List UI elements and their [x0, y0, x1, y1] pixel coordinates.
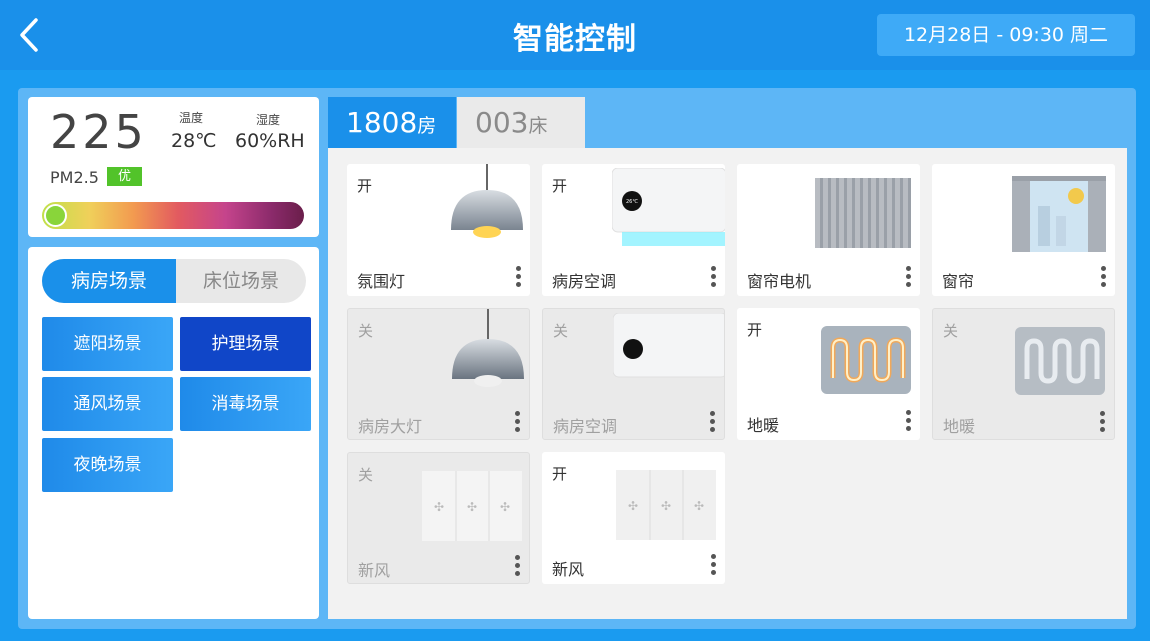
- room-tab[interactable]: 1808房: [328, 97, 456, 148]
- datetime-display: 12月28日 - 09:30 周二: [877, 14, 1135, 56]
- device-name: 地暖: [747, 416, 780, 435]
- more-options-icon[interactable]: [1099, 266, 1107, 290]
- air-quality-badge: 优: [107, 167, 142, 186]
- device-state: 关: [943, 322, 959, 340]
- environment-card: 225 温度 28℃ 湿度 60%RH PM2.5 优: [28, 97, 319, 237]
- device-ward-main-light[interactable]: 关 病房大灯: [347, 308, 530, 440]
- svg-text:✣: ✣: [500, 500, 510, 514]
- more-options-icon[interactable]: [513, 411, 521, 435]
- device-curtain-motor[interactable]: 窗帘电机: [737, 164, 920, 296]
- device-grid: 开 氛围灯 开 26℃ 病房空调 窗帘电机 窗帘 关 病房大灯 关 病房空调 开…: [328, 148, 1127, 619]
- device-floor-heating-off[interactable]: 关 地暖: [932, 308, 1115, 440]
- device-ward-ac-off[interactable]: 关 病房空调: [542, 308, 725, 440]
- air-conditioner-icon: 26℃: [612, 168, 725, 246]
- fresh-air-panel-icon: ✣ ✣ ✣: [616, 470, 716, 540]
- curtain-icon: [815, 178, 911, 248]
- device-name: 新风: [358, 561, 391, 580]
- night-scene-button[interactable]: 夜晚场景: [42, 438, 173, 492]
- svg-text:✣: ✣: [467, 500, 477, 514]
- aqi-value: 225: [50, 105, 147, 159]
- svg-text:✣: ✣: [694, 499, 704, 513]
- device-name: 窗帘: [942, 272, 975, 291]
- device-name: 窗帘电机: [747, 272, 812, 291]
- pendant-lamp-icon: [452, 309, 524, 387]
- fresh-air-panel-icon: ✣ ✣ ✣: [422, 471, 522, 541]
- more-options-icon[interactable]: [1098, 411, 1106, 435]
- device-curtain[interactable]: 窗帘: [932, 164, 1115, 296]
- temperature-label: 温度: [179, 111, 204, 125]
- humidity-label: 湿度: [256, 113, 281, 127]
- air-quality-indicator: [44, 204, 67, 227]
- floor-heating-icon: [821, 326, 911, 394]
- device-fresh-air-on[interactable]: 开 ✣ ✣ ✣ 新风: [542, 452, 725, 584]
- device-name: 新风: [552, 560, 585, 579]
- device-state: 开: [357, 177, 373, 195]
- svg-text:✣: ✣: [434, 500, 444, 514]
- device-ambient-light[interactable]: 开 氛围灯: [347, 164, 530, 296]
- device-ward-ac-on[interactable]: 开 26℃ 病房空调: [542, 164, 725, 296]
- device-name: 病房空调: [553, 417, 618, 436]
- device-state: 开: [552, 177, 568, 195]
- device-name: 地暖: [943, 417, 976, 436]
- floor-heating-icon: [1015, 327, 1105, 395]
- device-name: 病房空调: [552, 272, 617, 291]
- more-options-icon[interactable]: [709, 266, 717, 290]
- svg-text:✣: ✣: [661, 499, 671, 513]
- device-fresh-air-off[interactable]: 关 ✣ ✣ ✣ 新风: [347, 452, 530, 584]
- scene-type-toggle: 病房场景 床位场景: [42, 259, 306, 303]
- ventilation-scene-button[interactable]: 通风场景: [42, 377, 173, 431]
- device-state: 关: [553, 322, 569, 340]
- air-quality-gradient-bar: [42, 202, 304, 229]
- device-state: 开: [552, 465, 568, 483]
- bed-tab[interactable]: 003床: [457, 97, 585, 148]
- disinfection-scene-button[interactable]: 消毒场景: [180, 377, 311, 431]
- more-options-icon[interactable]: [513, 555, 521, 579]
- device-name: 病房大灯: [358, 417, 423, 436]
- svg-text:✣: ✣: [628, 499, 638, 513]
- more-options-icon[interactable]: [708, 411, 716, 435]
- bed-number: 003: [475, 106, 529, 139]
- more-options-icon[interactable]: [904, 410, 912, 434]
- ward-scene-tab[interactable]: 病房场景: [42, 259, 176, 303]
- more-options-icon[interactable]: [904, 266, 912, 290]
- scene-card: 病房场景 床位场景 遮阳场景 护理场景 通风场景 消毒场景 夜晚场景: [28, 247, 319, 619]
- nursing-scene-button[interactable]: 护理场景: [180, 317, 311, 371]
- room-number: 1808: [346, 106, 418, 139]
- bed-unit: 床: [528, 115, 548, 137]
- window-curtain-icon: [1012, 176, 1106, 252]
- air-conditioner-icon: [613, 313, 724, 378]
- ac-display-temp: 26℃: [626, 199, 638, 205]
- device-name: 氛围灯: [357, 272, 406, 291]
- room-unit: 房: [417, 115, 437, 137]
- bed-scene-tab[interactable]: 床位场景: [176, 259, 306, 303]
- device-state: 关: [358, 466, 374, 484]
- more-options-icon[interactable]: [709, 554, 717, 578]
- pm25-label: PM2.5: [50, 168, 99, 187]
- more-options-icon[interactable]: [514, 266, 522, 290]
- device-state: 关: [358, 322, 374, 340]
- sunshade-scene-button[interactable]: 遮阳场景: [42, 317, 173, 371]
- device-state: 开: [747, 321, 763, 339]
- pendant-lamp-icon: [451, 164, 523, 238]
- humidity-value: 60%RH: [235, 130, 305, 152]
- device-floor-heating-on[interactable]: 开 地暖: [737, 308, 920, 440]
- temperature-value: 28℃: [171, 130, 217, 152]
